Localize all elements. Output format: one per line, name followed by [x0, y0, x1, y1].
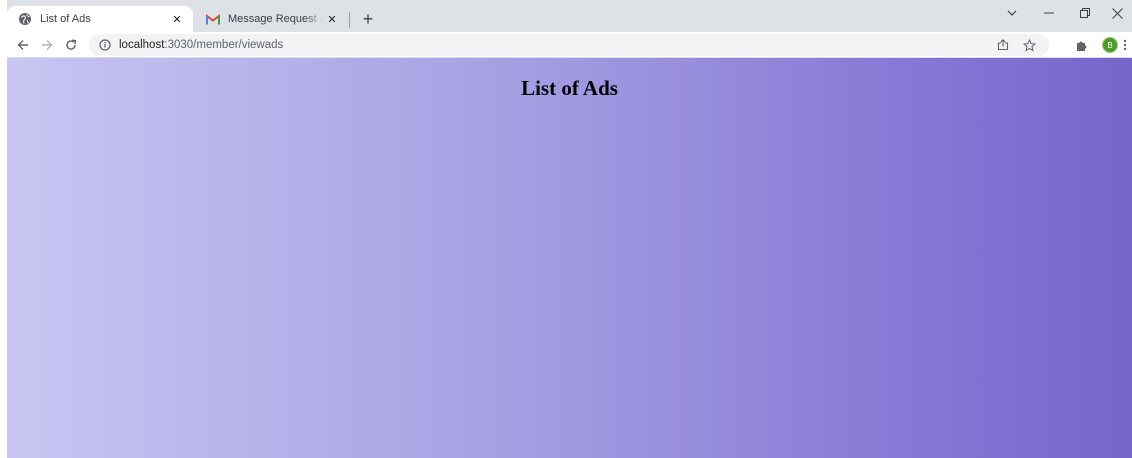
url-host: localhost: [119, 39, 165, 51]
close-tab-icon[interactable]: ✕: [324, 11, 340, 27]
share-icon[interactable]: [993, 34, 1013, 56]
tab-separator: [349, 12, 350, 28]
close-tab-icon[interactable]: ✕: [169, 11, 185, 27]
profile-avatar[interactable]: B: [1102, 37, 1118, 53]
page-title: List of Ads: [521, 76, 618, 100]
info-icon[interactable]: [98, 38, 112, 52]
address-bar[interactable]: localhost:3030/member/viewads: [89, 34, 1049, 56]
browser-window: List of Ads ✕ Message Request - adpawar1…: [7, 0, 1132, 458]
tab-title: Message Request - adpawar18@: [228, 13, 324, 25]
tab-list-of-ads[interactable]: List of Ads ✕: [7, 6, 193, 32]
reload-icon[interactable]: [61, 35, 81, 55]
globe-icon: [18, 12, 32, 26]
forward-arrow-icon[interactable]: [37, 35, 57, 55]
minimize-icon[interactable]: [1029, 0, 1069, 26]
tab-title: List of Ads: [40, 13, 91, 25]
profile-initial: B: [1107, 40, 1113, 50]
tab-message-request[interactable]: Message Request - adpawar18@ ✕: [195, 6, 348, 32]
close-window-icon[interactable]: [1097, 0, 1132, 26]
url-path: :3030/member/viewads: [164, 39, 284, 51]
bookmark-star-icon[interactable]: [1019, 34, 1039, 56]
extensions-puzzle-icon[interactable]: [1071, 35, 1091, 55]
browser-toolbar: localhost:3030/member/viewads B: [7, 32, 1132, 58]
menu-kebab-icon[interactable]: [1119, 35, 1131, 55]
gmail-icon: [206, 12, 220, 26]
tab-strip: List of Ads ✕ Message Request - adpawar1…: [7, 0, 1132, 32]
tab-search-chevron-icon[interactable]: [992, 0, 1032, 26]
page-viewport: List of Ads: [7, 58, 1132, 458]
new-tab-button[interactable]: +: [357, 8, 379, 30]
back-arrow-icon[interactable]: [13, 35, 33, 55]
